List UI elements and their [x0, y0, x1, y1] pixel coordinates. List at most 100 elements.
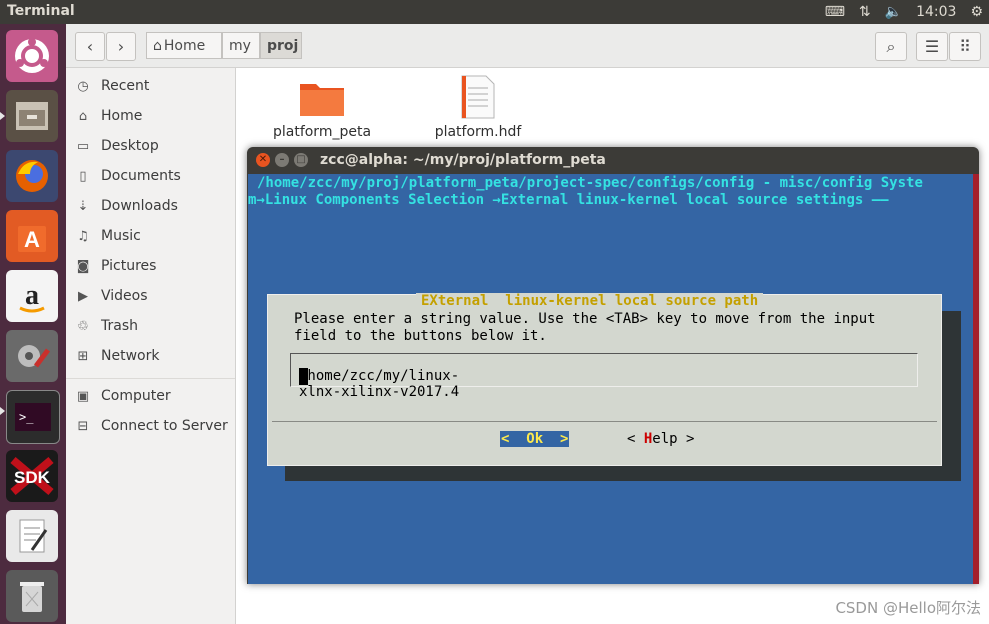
launcher: A a >_ SDK [0, 24, 66, 624]
path-input-value: /home/zcc/my/linux-xlnx-xilinx-v2017.4 [299, 368, 460, 400]
help-suffix: elp > [652, 431, 695, 447]
sidebar-item-downloads[interactable]: ⇣ Downloads [74, 194, 178, 218]
sidebar-item-label: Videos [101, 288, 148, 304]
text-editor-icon[interactable] [6, 510, 58, 562]
sidebar-item-label: Desktop [101, 138, 159, 154]
keyboard-icon[interactable]: ⌨ [825, 4, 845, 20]
search-button[interactable]: ⌕ [875, 32, 907, 61]
sidebar-item-label: Downloads [101, 198, 178, 214]
desktop-icon: ▭ [76, 138, 90, 154]
home-icon: ⌂ [153, 37, 162, 54]
sidebar-item-label: Music [101, 228, 141, 244]
sidebar-item-desktop[interactable]: ▭ Desktop [74, 134, 159, 158]
chevron-right-icon: › [117, 37, 125, 56]
sidebar-item-label: Documents [101, 168, 181, 184]
sidebar-item-trash[interactable]: ♲ Trash [74, 314, 138, 338]
sidebar-item-recent[interactable]: ◷ Recent [74, 74, 149, 98]
sidebar-item-label: Home [101, 108, 143, 124]
xilinx-sdk-icon[interactable]: SDK [6, 450, 58, 502]
files-app-icon[interactable] [6, 90, 58, 142]
home-icon: ⌂ [78, 108, 88, 124]
music-icon: ♫ [77, 228, 89, 244]
breadcrumb-proj[interactable]: proj [260, 32, 302, 59]
sidebar-item-computer[interactable]: ▣ Computer [74, 384, 171, 408]
sidebar-item-home[interactable]: ⌂ Home [74, 104, 142, 128]
terminal-content[interactable]: /home/zcc/my/proj/platform_peta/project-… [248, 174, 973, 584]
minimize-button[interactable]: – [275, 153, 289, 167]
maximize-icon: □ [296, 154, 306, 165]
grid-view-button[interactable]: ⠿ [949, 32, 981, 61]
network-arrows-icon[interactable]: ⇅ [859, 4, 871, 20]
breadcrumb-my[interactable]: my [222, 32, 260, 59]
sidebar-item-videos[interactable]: ▶ Videos [74, 284, 148, 308]
dialog-prompt: Please enter a string value. Use the <TA… [294, 311, 876, 344]
settings-gear-icon[interactable]: ⚙ [970, 4, 983, 20]
firefox-icon[interactable] [6, 150, 58, 202]
back-button[interactable]: ‹ [75, 32, 105, 61]
file-manager-header: ‹ › ⌂ Home my proj ⌕ ☰ ⠿ [66, 24, 989, 68]
camera-icon: ◙ [76, 258, 90, 274]
running-indicator-icon [0, 407, 5, 415]
chevron-left-icon: ‹ [86, 37, 94, 56]
running-indicator-icon [0, 112, 5, 120]
text-file-icon [461, 75, 495, 119]
svg-text:A: A [24, 227, 40, 252]
menu-breadcrumb-line: m→Linux Components Selection →External l… [248, 192, 889, 208]
trash-launcher-icon[interactable] [6, 570, 58, 622]
clock[interactable]: 14:03 [916, 4, 956, 20]
sidebar-item-label: Pictures [101, 258, 157, 274]
places-sidebar: ◷ Recent ⌂ Home ▭ Desktop ▯ Documents ⇣ Downl… [66, 68, 236, 624]
breadcrumb-label: proj [267, 37, 299, 54]
close-button[interactable]: ✕ [256, 153, 270, 167]
minimize-icon: – [279, 154, 285, 165]
terminal-window: ✕ – □ zcc@alpha: ~/my/proj/platform_peta… [247, 147, 979, 584]
item-name: platform_peta [272, 124, 372, 140]
server-icon: ⊟ [77, 418, 89, 434]
breadcrumb-label: Home [163, 37, 206, 54]
terminal-scroll-edge[interactable] [973, 174, 979, 584]
search-icon: ⌕ [886, 36, 896, 56]
path-input[interactable]: /home/zcc/my/linux-xlnx-xilinx-v2017.4 [290, 353, 918, 400]
ok-button[interactable]: < Ok > [500, 431, 570, 447]
sidebar-divider [66, 378, 235, 379]
network-icon: ⊞ [77, 348, 89, 364]
config-path-line: /home/zcc/my/proj/platform_peta/project-… [257, 175, 923, 191]
video-icon: ▶ [78, 288, 88, 304]
terminal-title: zcc@alpha: ~/my/proj/platform_peta [320, 152, 606, 168]
folder-icon [300, 84, 344, 116]
breadcrumb-label: my [229, 37, 251, 54]
download-icon: ⇣ [77, 198, 89, 214]
sidebar-item-label: Computer [101, 388, 171, 404]
computer-icon: ▣ [76, 388, 90, 404]
forward-button[interactable]: › [106, 32, 136, 61]
software-center-icon[interactable]: A [6, 210, 58, 262]
trash-icon: ♲ [77, 318, 89, 334]
help-button[interactable]: < Help > [627, 431, 694, 447]
sidebar-item-documents[interactable]: ▯ Documents [74, 164, 181, 188]
terminal-app-icon[interactable]: >_ [6, 390, 60, 444]
list-icon: ☰ [924, 37, 940, 56]
dialog-divider [272, 421, 937, 422]
folder-item[interactable]: platform_peta [266, 76, 378, 140]
sidebar-item-label: Recent [101, 78, 150, 94]
text-cursor [299, 368, 308, 385]
amazon-icon[interactable]: a [6, 270, 58, 322]
sidebar-item-pictures[interactable]: ◙ Pictures [74, 254, 157, 278]
volume-icon[interactable]: 🔈 [885, 4, 902, 20]
top-panel: Terminal ⌨ ⇅ 🔈 14:03 ⚙ [0, 0, 989, 24]
dialog-title: EXternal linux-kernel local source path [416, 293, 764, 309]
watermark: CSDN @Hello阿尔法 [835, 599, 981, 617]
item-name: platform.hdf [434, 124, 522, 140]
sidebar-item-network[interactable]: ⊞ Network [74, 344, 160, 368]
list-view-button[interactable]: ☰ [916, 32, 948, 61]
ubuntu-dash-icon[interactable] [6, 30, 58, 82]
maximize-button[interactable]: □ [294, 153, 308, 167]
sidebar-item-connect-to-server[interactable]: ⊟ Connect to Server [74, 414, 228, 438]
terminal-titlebar[interactable]: ✕ – □ zcc@alpha: ~/my/proj/platform_peta [247, 147, 979, 174]
sidebar-item-music[interactable]: ♫ Music [74, 224, 141, 248]
breadcrumb-home[interactable]: ⌂ Home [146, 32, 222, 59]
svg-text:SDK: SDK [14, 468, 51, 487]
system-settings-icon[interactable] [6, 330, 58, 382]
file-item[interactable]: platform.hdf [422, 74, 534, 140]
svg-text:>_: >_ [19, 410, 34, 424]
